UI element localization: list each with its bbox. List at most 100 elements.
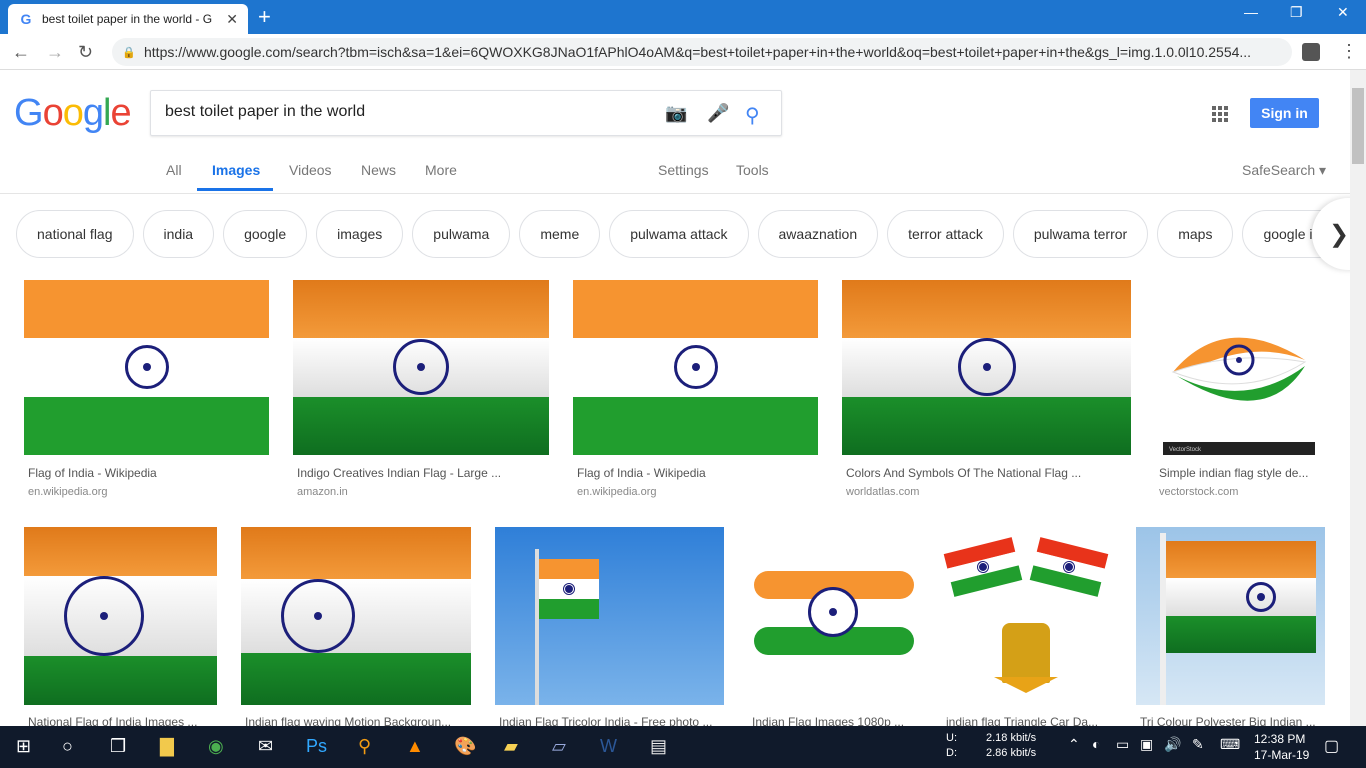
keyboard-icon[interactable]: ⌨	[1220, 736, 1240, 753]
chip[interactable]: meme	[519, 210, 601, 258]
new-tab-button[interactable]: +	[258, 4, 271, 30]
result-caption[interactable]: National Flag of India Images ...	[28, 715, 217, 726]
scrollbar-thumb[interactable]	[1352, 88, 1364, 164]
result-thumbnail[interactable]	[573, 280, 818, 455]
battery-icon[interactable]: ▣	[1140, 736, 1153, 753]
image-result[interactable]: indian flag Triangle Car Da...	[942, 527, 1112, 726]
image-result[interactable]: Flag of India - Wikipedia en.wikipedia.o…	[573, 280, 818, 500]
back-icon[interactable]: ←	[12, 42, 30, 63]
image-result[interactable]: Tri Colour Polyester Big Indian ...	[1136, 527, 1325, 726]
image-result[interactable]: Indian Flag Images 1080p ...	[748, 527, 917, 726]
safesearch-dropdown[interactable]: SafeSearch ▾	[1242, 162, 1326, 179]
search-input[interactable]	[165, 103, 645, 121]
notepad-app-icon[interactable]: ▱	[552, 736, 566, 757]
result-caption[interactable]: Colors And Symbols Of The National Flag …	[846, 466, 1130, 480]
image-result[interactable]: VectorStock Simple indian flag style de.…	[1155, 280, 1325, 500]
camera-icon[interactable]: 📷	[665, 103, 687, 124]
image-result[interactable]: National Flag of India Images ...	[24, 527, 217, 726]
reload-icon[interactable]: ↻	[78, 42, 93, 63]
chip[interactable]: india	[142, 210, 215, 258]
chip[interactable]: pulwama	[412, 210, 511, 258]
tab-title: best toilet paper in the world - G	[42, 12, 213, 26]
paint-icon[interactable]: 🎨	[454, 736, 476, 757]
image-result[interactable]: Indian Flag Tricolor India - Free photo …	[495, 527, 724, 726]
chip[interactable]: maps	[1157, 210, 1234, 258]
cortana-icon[interactable]: ○	[62, 736, 73, 757]
result-thumbnail[interactable]	[942, 527, 1112, 705]
url-field[interactable]: 🔒 https://www.google.com/search?tbm=isch…	[112, 38, 1292, 66]
result-caption[interactable]: Simple indian flag style de...	[1159, 466, 1325, 480]
result-thumbnail[interactable]	[748, 527, 917, 705]
minimize-icon[interactable]: —	[1244, 4, 1258, 20]
volume-icon[interactable]: 🔊	[1164, 736, 1181, 753]
result-caption[interactable]: Tri Colour Polyester Big Indian ...	[1140, 715, 1325, 726]
result-thumbnail[interactable]	[24, 527, 217, 705]
windows-start-icon[interactable]: ⊞	[16, 736, 31, 757]
tab-all[interactable]: All	[166, 162, 182, 178]
file-explorer-icon[interactable]: ▇	[160, 736, 174, 757]
tab-images[interactable]: Images	[212, 162, 260, 178]
vlc-icon[interactable]: ▲	[406, 736, 424, 757]
tray-app-icon[interactable]: ◐	[1092, 736, 1100, 752]
chip[interactable]: google	[223, 210, 308, 258]
settings-link[interactable]: Settings	[658, 162, 709, 178]
clock-date[interactable]: 17-Mar-19	[1254, 748, 1309, 762]
close-window-icon[interactable]: ✕	[1337, 4, 1349, 21]
sticky-notes-icon[interactable]: ▰	[504, 736, 518, 757]
tools-link[interactable]: Tools	[736, 162, 769, 178]
network-icon[interactable]: ▭	[1116, 736, 1129, 753]
result-caption[interactable]: Indian Flag Tricolor India - Free photo …	[499, 715, 724, 726]
result-caption[interactable]: Indian flag waving Motion Backgroun...	[245, 715, 471, 726]
browser-tab[interactable]: G best toilet paper in the world - G ✕	[8, 4, 248, 34]
active-tab-indicator	[197, 188, 273, 191]
mail-icon[interactable]: ✉	[258, 736, 273, 757]
result-caption[interactable]: Indian Flag Images 1080p ...	[752, 715, 917, 726]
chrome-icon[interactable]: ◉	[208, 736, 224, 757]
result-thumbnail[interactable]: VectorStock	[1155, 280, 1325, 455]
chip[interactable]: terror attack	[887, 210, 1004, 258]
document-icon[interactable]: ▤	[650, 736, 667, 757]
chip[interactable]: images	[316, 210, 404, 258]
result-thumbnail[interactable]	[241, 527, 471, 705]
restore-icon[interactable]: ❐	[1290, 4, 1303, 21]
apps-grid-icon[interactable]	[1212, 106, 1228, 122]
tab-more[interactable]: More	[425, 162, 457, 178]
chip[interactable]: pulwama attack	[609, 210, 749, 258]
chip[interactable]: pulwama terror	[1012, 210, 1149, 258]
search-icon[interactable]: ⚲	[745, 103, 760, 128]
search-app-icon[interactable]: ⚲	[358, 736, 371, 757]
page-scrollbar[interactable]	[1350, 70, 1366, 726]
notifications-icon[interactable]: ▢	[1324, 736, 1339, 756]
google-logo[interactable]: Google	[14, 92, 132, 135]
image-result[interactable]: Indian flag waving Motion Backgroun...	[241, 527, 471, 726]
browser-menu-icon[interactable]: ⋮	[1340, 41, 1358, 62]
result-thumbnail[interactable]	[1136, 527, 1325, 705]
result-caption[interactable]: indian flag Triangle Car Da...	[946, 715, 1112, 726]
clock-time[interactable]: 12:38 PM	[1254, 732, 1305, 746]
word-icon[interactable]: W	[600, 736, 617, 757]
task-view-icon[interactable]: ❒	[110, 736, 126, 757]
result-caption[interactable]: Flag of India - Wikipedia	[577, 466, 817, 480]
tab-videos[interactable]: Videos	[289, 162, 332, 178]
pen-icon[interactable]: ✎	[1192, 736, 1204, 753]
chip[interactable]: awaaznation	[757, 210, 879, 258]
profile-icon[interactable]	[1302, 43, 1320, 61]
result-thumbnail[interactable]	[293, 280, 549, 455]
tab-news[interactable]: News	[361, 162, 396, 178]
sign-in-button[interactable]: Sign in	[1250, 98, 1319, 128]
result-thumbnail[interactable]	[495, 527, 724, 705]
result-caption[interactable]: Flag of India - Wikipedia	[28, 466, 268, 480]
tray-expand-icon[interactable]: ⌃	[1068, 736, 1080, 753]
result-thumbnail[interactable]	[842, 280, 1131, 455]
photoshop-icon[interactable]: Ps	[306, 736, 327, 757]
image-result[interactable]: Indigo Creatives Indian Flag - Large ...…	[293, 280, 549, 500]
result-thumbnail[interactable]	[24, 280, 269, 455]
image-result[interactable]: Colors And Symbols Of The National Flag …	[842, 280, 1131, 500]
close-tab-icon[interactable]: ✕	[226, 11, 238, 28]
logo-letter: e	[110, 92, 131, 134]
image-result[interactable]: Flag of India - Wikipedia en.wikipedia.o…	[24, 280, 269, 500]
result-caption[interactable]: Indigo Creatives Indian Flag - Large ...	[297, 466, 547, 480]
microphone-icon[interactable]: 🎤	[707, 103, 729, 124]
chip[interactable]: national flag	[16, 210, 134, 258]
forward-icon[interactable]: →	[46, 42, 64, 63]
